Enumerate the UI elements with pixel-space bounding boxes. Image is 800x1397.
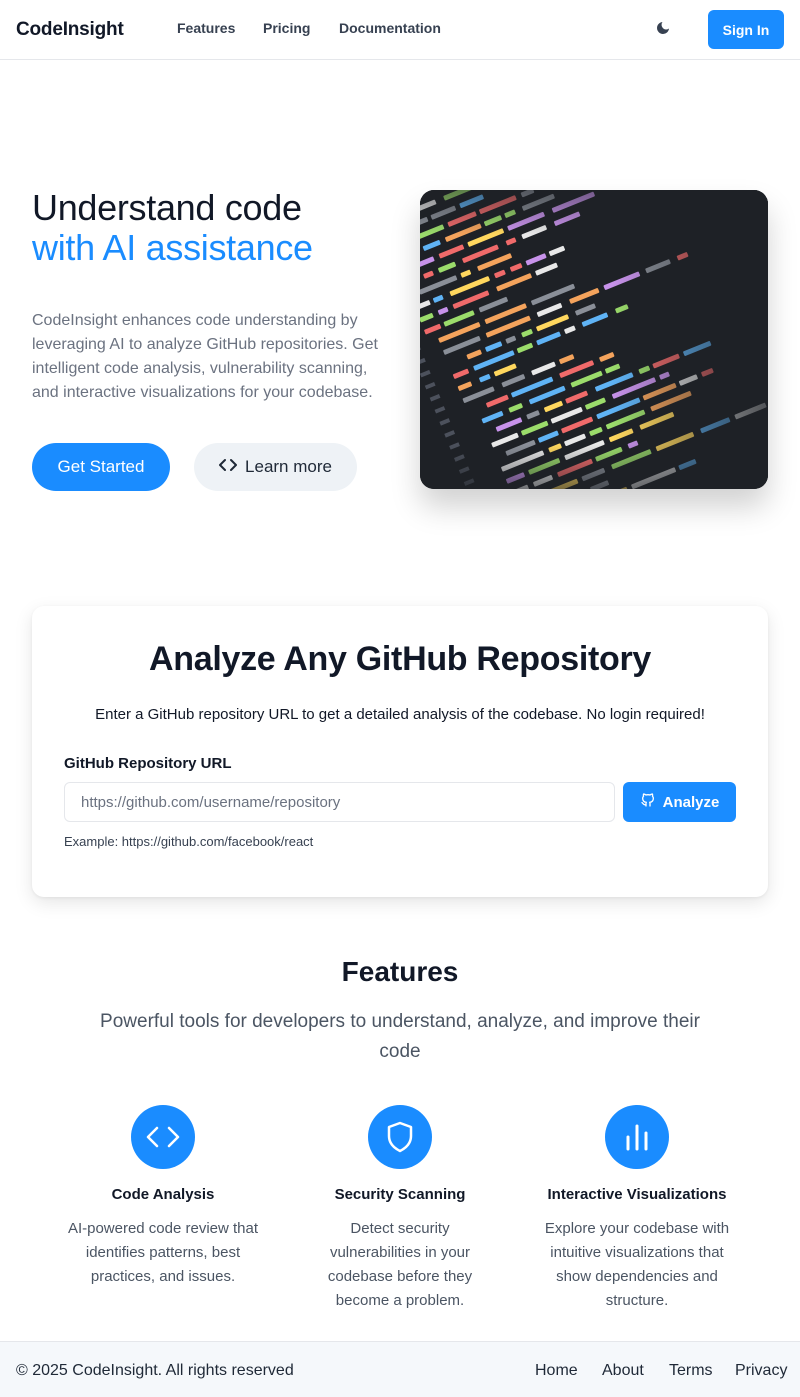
feature-card-security-scanning: Security Scanning Detect security vulner…	[300, 1105, 500, 1313]
features-title: Features	[341, 956, 459, 987]
get-started-button[interactable]: Get Started	[32, 443, 170, 491]
feature-description: Explore your codebase with intuitive vis…	[544, 1220, 730, 1309]
analyze-repository-card: Analyze Any GitHub Repository Enter a Gi…	[32, 606, 768, 897]
bar-chart-icon	[605, 1105, 669, 1169]
footer-link-privacy[interactable]: Privacy	[735, 1362, 787, 1380]
learn-more-label: Learn more	[245, 457, 332, 476]
analyze-title: Analyze Any GitHub Repository	[149, 640, 651, 678]
nav-pricing[interactable]: Pricing	[263, 20, 310, 36]
code-icon	[219, 457, 238, 477]
code-icon	[131, 1105, 195, 1169]
analyze-button-label: Analyze	[662, 793, 720, 811]
hero-description: CodeInsight enhances code understanding …	[32, 312, 378, 401]
repo-url-input[interactable]	[64, 782, 615, 822]
brand-logo[interactable]: CodeInsight	[16, 19, 124, 41]
footer-link-terms[interactable]: Terms	[669, 1362, 713, 1380]
sign-in-button[interactable]: Sign In	[708, 10, 784, 49]
page-footer: © 2025 CodeInsight. All rights reserved …	[0, 1341, 800, 1397]
top-navbar: CodeInsight Features Pricing Documentati…	[0, 0, 800, 60]
code-editor-image	[420, 190, 768, 489]
footer-link-about[interactable]: About	[602, 1362, 644, 1380]
shield-icon	[368, 1105, 432, 1169]
feature-card-code-analysis: Code Analysis AI-powered code review tha…	[63, 1105, 263, 1289]
footer-link-home[interactable]: Home	[535, 1362, 578, 1380]
copyright-text: © 2025 CodeInsight. All rights reserved	[16, 1362, 294, 1379]
feature-card-interactive-visualizations: Interactive Visualizations Explore your …	[537, 1105, 737, 1313]
repo-url-label: GitHub Repository URL	[64, 755, 232, 772]
moon-icon	[655, 20, 671, 41]
github-icon	[640, 792, 656, 812]
feature-title: Code Analysis	[111, 1186, 215, 1203]
hero-title-line2: with AI assistance	[32, 227, 313, 268]
analyze-subtitle: Enter a GitHub repository URL to get a d…	[95, 706, 705, 723]
hero-title-line1: Understand code	[32, 187, 302, 228]
features-subtitle: Powerful tools for developers to underst…	[100, 1011, 700, 1062]
hero-title: Understand code with AI assistance	[32, 188, 313, 268]
nav-features[interactable]: Features	[177, 20, 235, 36]
learn-more-button[interactable]: Learn more	[194, 443, 357, 491]
feature-description: AI-powered code review that identifies p…	[67, 1220, 259, 1285]
feature-description: Detect security vulnerabilities in your …	[327, 1220, 473, 1309]
example-url-hint: Example: https://github.com/facebook/rea…	[64, 834, 314, 849]
feature-title: Interactive Visualizations	[547, 1186, 727, 1203]
feature-title: Security Scanning	[334, 1186, 466, 1203]
nav-documentation[interactable]: Documentation	[339, 20, 441, 36]
analyze-button[interactable]: Analyze	[623, 782, 736, 822]
theme-toggle-button[interactable]	[652, 19, 674, 41]
